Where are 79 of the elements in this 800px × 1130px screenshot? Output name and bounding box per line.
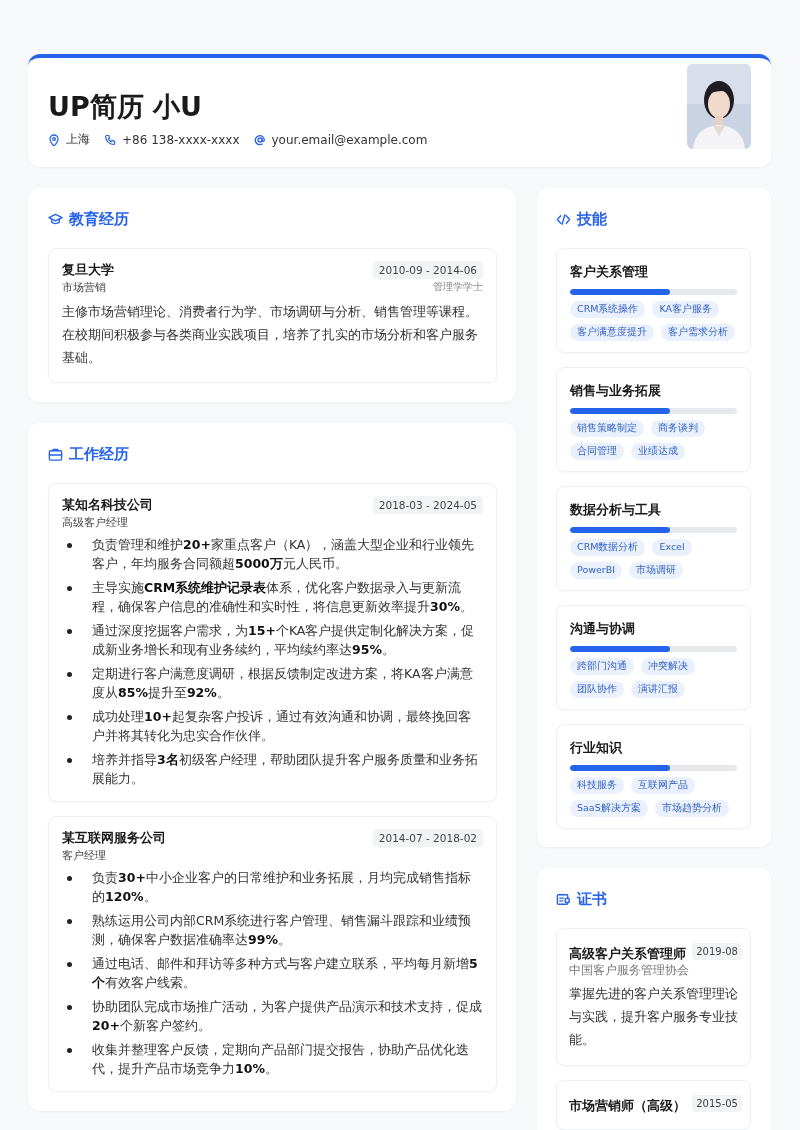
section-title: 技能 xyxy=(577,210,607,229)
bullet-text: 熟练运用公司内部CRM系统进行客户管理、销售漏斗跟踪和业绩预测，确保客户数据准确率达99%。 xyxy=(92,912,473,949)
skill-tag: 团队协作 xyxy=(570,681,624,698)
school-name: 复旦大学 xyxy=(62,261,114,279)
skill-tag: KA客户服务 xyxy=(652,301,719,318)
at-sign-icon xyxy=(253,133,266,146)
certificate-name: 市场营销师（高级） xyxy=(569,1098,686,1115)
bullet-dot-icon xyxy=(67,919,72,924)
description-text: 主修市场营销理论、消费者行为学、市场调研与分析、销售管理等课程。在校期间积极参与各类商业实践项目，培养了扎实的市场分析和客户服务基础。 xyxy=(62,303,479,367)
bullet-dot-icon xyxy=(67,962,72,967)
certificate-icon xyxy=(556,892,571,907)
skill-tag: 冲突解决 xyxy=(641,658,695,675)
skill-name: 沟通与协调 xyxy=(570,620,636,638)
bullet-dot-icon xyxy=(67,1048,72,1053)
skill-tag: CRM系统操作 xyxy=(570,301,646,318)
bullet-dot-icon xyxy=(67,629,72,634)
section-title: 证书 xyxy=(577,890,607,909)
code-icon xyxy=(556,212,571,227)
degree-text: 管理学学士 xyxy=(433,280,483,294)
skill-tag: Excel xyxy=(652,539,692,556)
date-badge: 2010-09 - 2014-06 xyxy=(372,261,483,279)
job-title: 客户经理 xyxy=(62,848,107,863)
skill-tag: 市场调研 xyxy=(629,562,684,579)
bullet-text: 定期进行客户满意度调研，根据反馈制定改进方案，将KA客户满意度从85%提升至92%。 xyxy=(92,665,474,702)
bullet-dot-icon xyxy=(67,876,72,881)
candidate-name: UP简历 小U xyxy=(48,90,204,124)
bullet-text: 成功处理10+起复杂客户投诉，通过有效沟通和协调，最终挽回客户并将其转化为忠实合作伙伴。 xyxy=(92,708,472,745)
location-pin-icon xyxy=(48,133,60,146)
bullet-dot-icon xyxy=(67,672,72,677)
section-title: 教育经历 xyxy=(69,210,129,229)
bullet-text: 通过电话、邮件和拜访等多种方式与客户建立联系，平均每月新增5个有效客户线索。 xyxy=(92,955,479,992)
bullet-text: 主导实施CRM系统维护记录表体系，优化客户数据录入与更新流程，确保客户信息的准确性和实时性，将信息更新效率提升30%。 xyxy=(92,579,474,616)
bullet-text: 负责管理和维护20+家重点客户（KA），涵盖大型企业和行业领先客户，年均服务合同额超5000万元人民币。 xyxy=(92,536,476,573)
skill-name: 销售与业务拓展 xyxy=(570,382,662,400)
skill-tag: 销售策略制定 xyxy=(570,420,644,437)
skill-tag: 跨部门沟通 xyxy=(570,658,634,675)
section-title: 工作经历 xyxy=(69,445,129,464)
phone-icon xyxy=(104,133,116,146)
skill-tag: 客户满意度提升 xyxy=(570,324,654,341)
description-text: 掌握先进的客户关系管理理论与实践，提升客户服务专业技能。 xyxy=(569,985,739,1049)
certificate-name: 高级客户关系管理师 xyxy=(569,946,686,963)
location-text: 上海 xyxy=(66,131,90,148)
bullet-dot-icon xyxy=(67,715,72,720)
bullet-text: 收集并整理客户反馈，定期向产品部门提交报告，协助产品优化迭代，提升产品市场竞争力10%。 xyxy=(92,1041,470,1078)
skill-tag: 市场趋势分析 xyxy=(654,800,729,817)
skill-tag: 业绩达成 xyxy=(631,443,685,460)
graduation-cap-icon xyxy=(48,212,63,227)
skill-tag: 商务谈判 xyxy=(651,420,705,437)
bullet-dot-icon xyxy=(67,758,72,763)
bullet-text: 协助团队完成市场推广活动，为客户提供产品演示和技术支持，促成20+个新客户签约。 xyxy=(92,998,483,1035)
skill-name: 数据分析与工具 xyxy=(570,501,662,519)
skill-name: 客户关系管理 xyxy=(570,263,649,281)
skill-name: 行业知识 xyxy=(570,739,623,757)
bullet-text: 培养并指导3名初级客户经理，帮助团队提升客户服务质量和业务拓展能力。 xyxy=(92,751,479,788)
company-name: 某知名科技公司 xyxy=(62,496,153,514)
bullet-dot-icon xyxy=(67,1005,72,1010)
job-title: 高级客户经理 xyxy=(62,515,129,530)
skill-tag: 互联网产品 xyxy=(631,777,695,794)
skill-tag: 合同管理 xyxy=(570,443,624,460)
skill-tag: 科技服务 xyxy=(570,777,624,794)
skill-tag: 演讲汇报 xyxy=(631,681,685,698)
bullet-text: 通过深度挖掘客户需求，为15+个KA客户提供定制化解决方案，促成新业务增长和现有业务续约，平均续约率达95%。 xyxy=(92,622,476,659)
skill-tag: 客户需求分析 xyxy=(661,324,735,341)
date-badge: 2014-07 - 2018-02 xyxy=(372,829,483,847)
date-badge: 2015-05 xyxy=(692,1095,742,1112)
major-text: 市场营销 xyxy=(62,280,106,295)
briefcase-icon xyxy=(48,447,63,462)
skill-tag: PowerBI xyxy=(570,562,623,579)
phone-number: +86 138-xxxx-xxxx xyxy=(122,132,240,147)
email-address: your.email@example.com xyxy=(271,132,428,147)
skill-tag: CRM数据分析 xyxy=(570,539,646,556)
bullet-text: 负责30+中小企业客户的日常维护和业务拓展，月均完成销售指标的120%。 xyxy=(92,869,472,906)
date-badge: 2018-03 - 2024-05 xyxy=(372,496,483,514)
company-name: 某互联网服务公司 xyxy=(62,829,166,847)
bullet-dot-icon xyxy=(67,586,72,591)
bullet-dot-icon xyxy=(67,543,72,548)
skill-tag: SaaS解决方案 xyxy=(570,800,648,817)
issuer-text: 中国客户服务管理协会 xyxy=(569,963,690,978)
date-badge: 2019-08 xyxy=(692,943,742,960)
